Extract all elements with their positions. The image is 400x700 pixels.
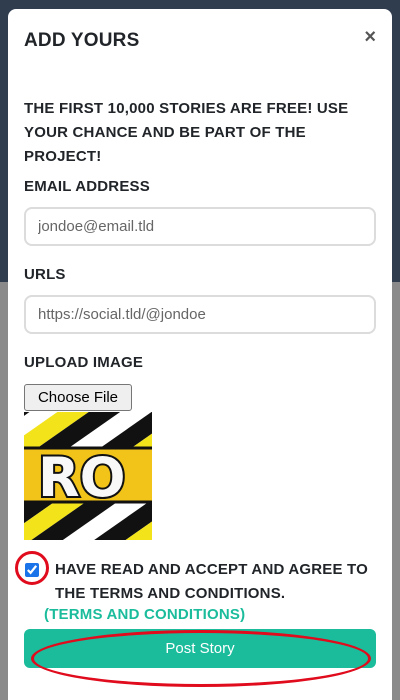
- intro-text: THE FIRST 10,000 STORIES ARE FREE! USE Y…: [24, 100, 349, 165]
- terms-checkbox[interactable]: [25, 563, 39, 577]
- upload-image-label: UPLOAD IMAGE: [24, 354, 144, 371]
- choose-file-button[interactable]: Choose File: [24, 384, 132, 411]
- close-icon[interactable]: ×: [364, 27, 376, 47]
- urls-field[interactable]: [24, 295, 376, 334]
- post-story-button[interactable]: Post Story: [24, 629, 376, 668]
- terms-checkbox-wrap[interactable]: [24, 562, 40, 578]
- terms-text: HAVE READ AND ACCEPT AND AGREE TO THE TE…: [55, 561, 369, 602]
- email-field[interactable]: [24, 207, 376, 246]
- modal-title: ADD YOURS: [24, 30, 140, 51]
- terms-link[interactable]: (TERMS AND CONDITIONS): [44, 606, 245, 623]
- urls-label: URLS: [24, 266, 66, 283]
- preview-logo-text: RO: [38, 446, 126, 509]
- uploaded-image-preview: RO: [24, 412, 152, 540]
- add-yours-modal: ADD YOURS × THE FIRST 10,000 STORIES ARE…: [8, 9, 392, 700]
- email-label: EMAIL ADDRESS: [24, 178, 150, 195]
